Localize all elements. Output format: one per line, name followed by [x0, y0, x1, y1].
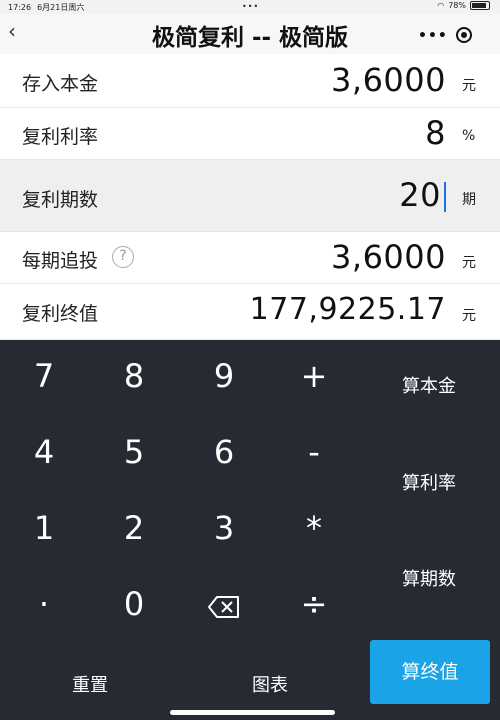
row-rate[interactable]: 复利利率 8 %: [0, 108, 500, 160]
row-principal[interactable]: 存入本金 3,6000 元: [0, 54, 500, 108]
wifi-icon: ◠: [437, 1, 445, 10]
battery-icon: [470, 1, 490, 10]
text-caret: [444, 182, 446, 212]
row-value: 177,9225.17: [249, 292, 446, 327]
row-final-value[interactable]: 复利终值 177,9225.17 元: [0, 284, 500, 340]
row-value-wrap[interactable]: 20: [399, 176, 446, 214]
key-9[interactable]: 9: [194, 357, 254, 395]
key-plus[interactable]: +: [284, 357, 344, 395]
status-right: ◠ 78%: [437, 1, 490, 10]
chart-button[interactable]: 图表: [210, 671, 330, 697]
key-decimal[interactable]: ·: [14, 585, 74, 623]
row-label: 复利终值: [22, 303, 99, 325]
calc-principal-button[interactable]: 算本金: [374, 372, 484, 398]
key-minus[interactable]: -: [284, 433, 344, 471]
status-bar: 17:26 6月21日周六 ••• ◠ 78%: [0, 0, 500, 14]
row-value[interactable]: 3,6000: [331, 238, 446, 276]
key-1[interactable]: 1: [14, 509, 74, 547]
row-recurring[interactable]: 每期追投 ? 3,6000 元: [0, 232, 500, 284]
status-time-date: 17:26 6月21日周六: [8, 2, 90, 13]
reset-button[interactable]: 重置: [30, 671, 150, 697]
row-unit: 元: [462, 255, 476, 271]
help-icon[interactable]: ?: [112, 246, 134, 268]
row-value[interactable]: 3,6000: [331, 61, 446, 99]
key-3[interactable]: 3: [194, 509, 254, 547]
calc-periods-button[interactable]: 算期数: [374, 565, 484, 591]
row-unit: %: [462, 128, 476, 144]
home-indicator[interactable]: [170, 710, 335, 715]
row-label: 存入本金: [22, 73, 99, 95]
multitask-dots-icon[interactable]: •••: [242, 2, 259, 11]
key-divide[interactable]: ÷: [284, 585, 344, 623]
calc-rate-button[interactable]: 算利率: [374, 469, 484, 495]
backspace-icon: [208, 596, 239, 618]
key-backspace[interactable]: [194, 589, 254, 627]
key-multiply[interactable]: *: [284, 509, 344, 547]
calc-final-value-button[interactable]: 算终值: [370, 640, 490, 704]
key-5[interactable]: 5: [104, 433, 164, 471]
row-unit: 期: [462, 192, 476, 208]
key-0[interactable]: 0: [104, 585, 164, 623]
key-6[interactable]: 6: [194, 433, 254, 471]
navigation-bar: ‹ 极简复利 -- 极简版 •••: [0, 14, 500, 54]
row-periods[interactable]: 复利期数 20 期: [0, 160, 500, 232]
battery-fill: [472, 3, 486, 8]
key-8[interactable]: 8: [104, 357, 164, 395]
keypad: 7 8 9 + 4 5 6 - 1 2 3 * · 0 ÷ 算本金 算利率 算期…: [0, 340, 500, 720]
row-value[interactable]: 20: [399, 176, 441, 214]
row-label: 每期追投: [22, 250, 99, 272]
key-2[interactable]: 2: [104, 509, 164, 547]
more-dots-icon[interactable]: •••: [418, 28, 448, 44]
row-unit: 元: [462, 308, 476, 324]
status-date: 6月21日周六: [37, 3, 85, 12]
status-time: 17:26: [8, 3, 32, 12]
row-unit: 元: [462, 78, 476, 94]
row-label: 复利利率: [22, 126, 99, 148]
battery-text: 78%: [448, 1, 466, 10]
target-icon[interactable]: [456, 27, 472, 43]
key-4[interactable]: 4: [14, 433, 74, 471]
row-value[interactable]: 8: [425, 114, 446, 152]
key-7[interactable]: 7: [14, 357, 74, 395]
row-label: 复利期数: [22, 189, 99, 211]
